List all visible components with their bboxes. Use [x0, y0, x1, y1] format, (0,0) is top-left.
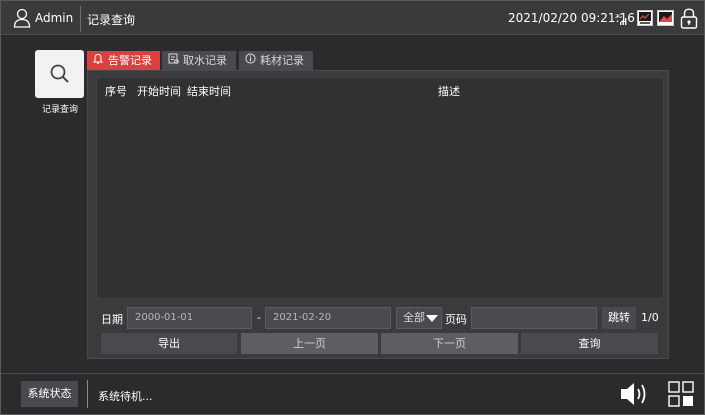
top-bar: Admin 记录查询 2021/02/20 09:21:16 2G — [1, 1, 704, 35]
page-number-label: 页码 — [445, 313, 467, 326]
info-icon — [243, 52, 257, 71]
tab-water-records[interactable]: 取水记录 — [162, 51, 236, 70]
grid-menu-icon[interactable] — [668, 381, 694, 407]
tab-alarm-records-label: 告警记录 — [108, 54, 152, 67]
date-separator: - — [257, 311, 261, 324]
user-icon[interactable] — [13, 8, 31, 28]
page-title: 记录查询 — [87, 13, 136, 27]
next-page-button[interactable]: 下一页 — [381, 333, 518, 354]
records-table[interactable]: 序号 开始时间 结束时间 描述 — [96, 77, 664, 299]
footer-divider — [87, 380, 88, 408]
type-select-value: 全部 — [403, 311, 425, 324]
page-count: 1/0 — [641, 311, 659, 324]
tab-consumable-records-label: 耗材记录 — [260, 54, 304, 67]
water-record-icon — [166, 52, 180, 71]
lock-icon[interactable] — [680, 8, 698, 29]
user-name[interactable]: Admin — [35, 11, 73, 25]
column-header-description: 描述 — [438, 85, 460, 98]
tab-consumable-records[interactable]: 耗材记录 — [239, 51, 313, 70]
dropdown-arrow-icon — [426, 315, 438, 322]
column-header-end-time: 结束时间 — [187, 85, 231, 98]
jump-button[interactable]: 跳转 — [602, 307, 636, 329]
nav-record-query-button[interactable] — [35, 50, 84, 98]
bell-icon — [91, 52, 105, 71]
start-date-field[interactable]: 2000-01-01 — [127, 307, 252, 329]
column-header-index: 序号 — [105, 85, 127, 98]
type-select[interactable]: 全部 — [396, 307, 442, 329]
display-icon[interactable] — [657, 10, 674, 26]
column-header-start-time: 开始时间 — [137, 85, 181, 98]
search-icon — [50, 64, 69, 83]
page-number-input[interactable] — [471, 307, 597, 329]
chart-monitor-icon[interactable] — [637, 10, 653, 26]
bottom-bar: 系统状态 系统待机... — [1, 373, 704, 414]
end-date-field[interactable]: 2021-02-20 — [265, 307, 391, 329]
system-status-button[interactable]: 系统状态 — [21, 381, 78, 407]
nav-record-query-label: 记录查询 — [41, 105, 78, 115]
tab-alarm-records[interactable]: 告警记录 — [87, 51, 160, 70]
prev-page-button[interactable]: 上一页 — [241, 333, 378, 354]
system-status-text: 系统待机... — [98, 390, 153, 403]
signal-label: 2G — [615, 14, 622, 20]
signal-icon: 2G — [615, 14, 627, 25]
query-button[interactable]: 查询 — [521, 333, 658, 354]
records-panel: 序号 开始时间 结束时间 描述 日期 2000-01-01 - 2021-02-… — [87, 70, 669, 359]
export-button[interactable]: 导出 — [101, 333, 237, 354]
header-divider — [80, 6, 81, 32]
tab-water-records-label: 取水记录 — [183, 54, 227, 67]
speaker-icon[interactable] — [619, 380, 649, 408]
date-label: 日期 — [101, 313, 123, 326]
